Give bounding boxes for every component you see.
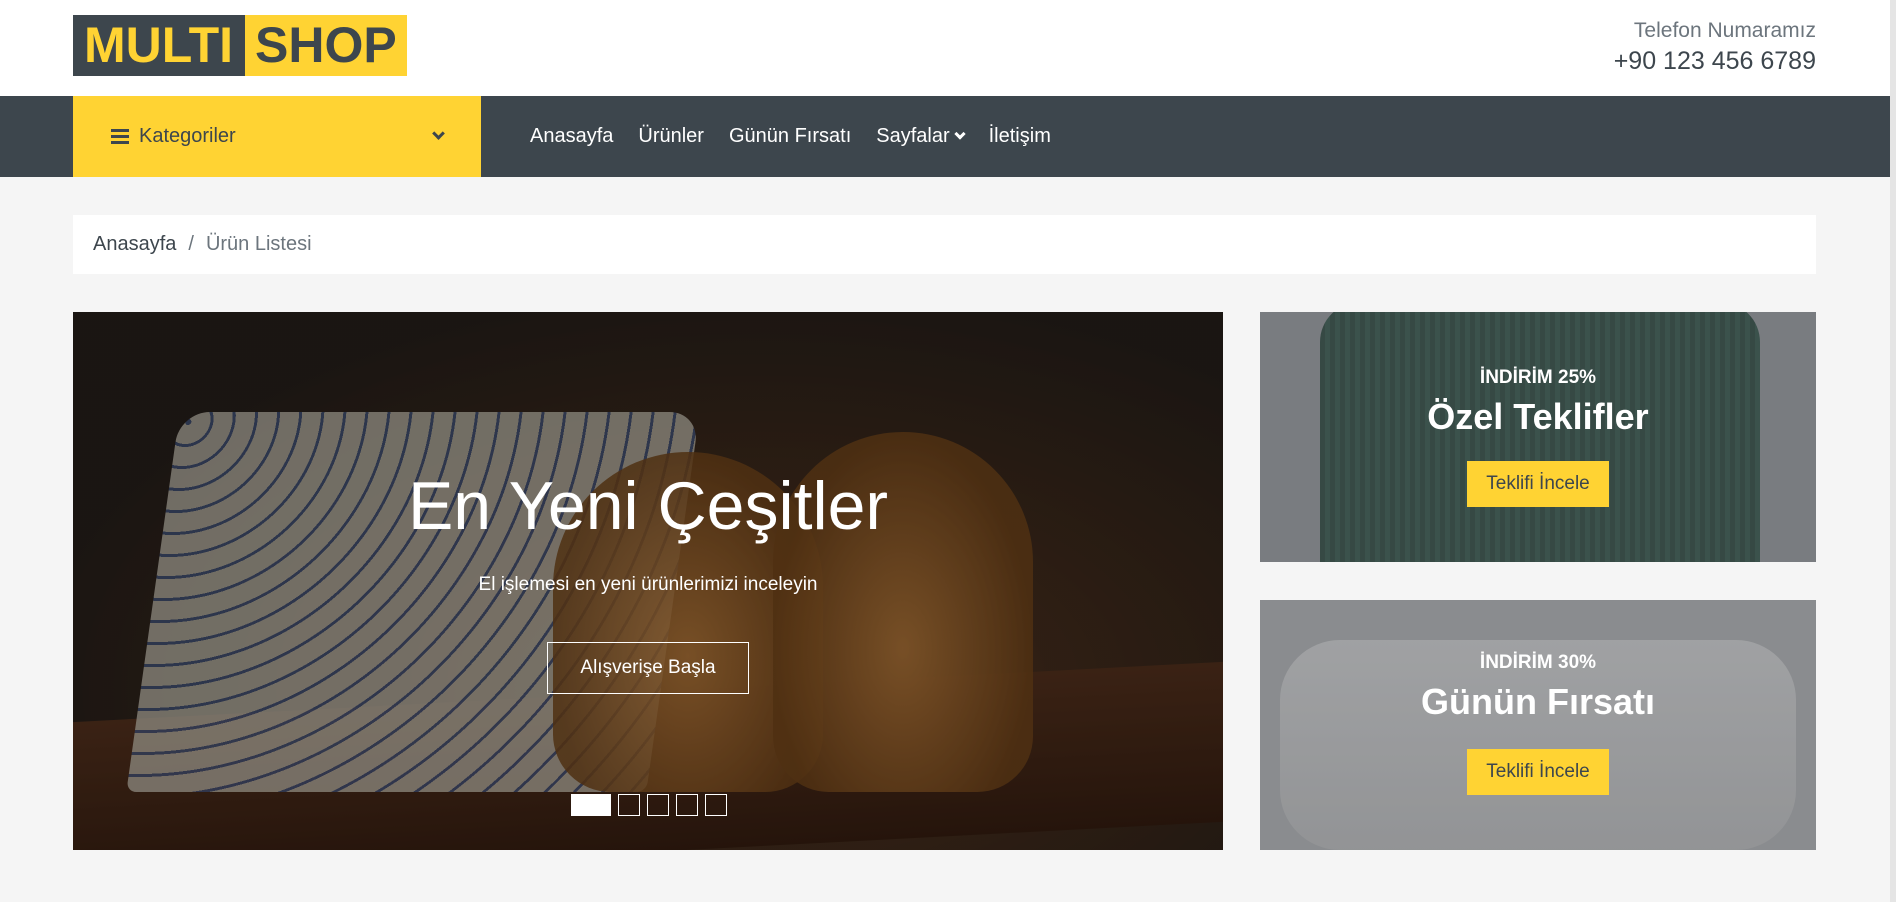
offer-discount: İNDİRİM 25% [1479, 367, 1597, 388]
categories-dropdown-button[interactable]: Kategoriler [73, 96, 481, 177]
categories-label: Kategoriler [139, 125, 236, 147]
view-offer-button[interactable]: Teklifi İncele [1467, 749, 1609, 795]
chevron-down-icon [432, 127, 445, 140]
logo-part-2: SHOP [245, 15, 407, 76]
nav-link-contact[interactable]: İletişim [989, 125, 1051, 148]
nav-link-products[interactable]: Ürünler [638, 125, 704, 148]
breadcrumb-separator: / [188, 233, 194, 255]
carousel-indicator-1[interactable] [571, 794, 611, 816]
carousel-indicators [571, 794, 734, 816]
breadcrumb-home[interactable]: Anasayfa [93, 233, 176, 256]
carousel-subtitle: El işlemesi en yeni ürünlerimizi inceley… [478, 574, 818, 595]
carousel-indicator-3[interactable] [647, 794, 669, 816]
offer-card-special: İNDİRİM 25% Özel Teklifler Teklifi İncel… [1260, 312, 1816, 562]
nav-link-pages[interactable]: Sayfalar [876, 125, 966, 148]
breadcrumb-current: Ürün Listesi [205, 233, 312, 255]
phone-number: +90 123 456 6789 [1613, 47, 1816, 75]
page-scrollbar[interactable] [1890, 0, 1896, 902]
chevron-down-icon [953, 128, 966, 140]
view-offer-button[interactable]: Teklifi İncele [1467, 461, 1609, 507]
offer-card-daily-deal: İNDİRİM 30% Günün Fırsatı Teklifi İncele [1260, 600, 1816, 850]
carousel-title: En Yeni Çeşitler [407, 468, 889, 544]
offer-discount: İNDİRİM 30% [1479, 652, 1597, 673]
nav-link-pages-label: Sayfalar [876, 125, 950, 147]
carousel-indicator-2[interactable] [618, 794, 640, 816]
hero-carousel[interactable]: En Yeni Çeşitler El işlemesi en yeni ürü… [73, 312, 1223, 850]
offer-title: Günün Fırsatı [1421, 681, 1655, 722]
nav-link-home[interactable]: Anasayfa [530, 125, 613, 148]
phone-label: Telefon Numaramız [1633, 19, 1816, 42]
carousel-indicator-4[interactable] [676, 794, 698, 816]
main-navbar: Kategoriler Anasayfa Ürünler Günün Fırsa… [0, 96, 1896, 177]
nav-link-deal-of-day[interactable]: Günün Fırsatı [729, 125, 851, 148]
offer-title: Özel Teklifler [1427, 396, 1649, 437]
nav-links: Anasayfa Ürünler Günün Fırsatı Sayfalar … [530, 96, 1076, 177]
breadcrumb: Anasayfa / Ürün Listesi [73, 215, 1816, 274]
phone-info: Telefon Numaramız +90 123 456 6789 [1614, 18, 1816, 78]
logo-part-1: MULTI [73, 15, 246, 76]
bars-icon [111, 128, 129, 145]
offer-overlay [1260, 600, 1816, 850]
shop-now-button[interactable]: Alışverişe Başla [547, 642, 749, 694]
top-header: MULTI SHOP Telefon Numaramız +90 123 456… [0, 0, 1896, 96]
logo[interactable]: MULTI SHOP [73, 15, 407, 76]
carousel-indicator-5[interactable] [705, 794, 727, 816]
